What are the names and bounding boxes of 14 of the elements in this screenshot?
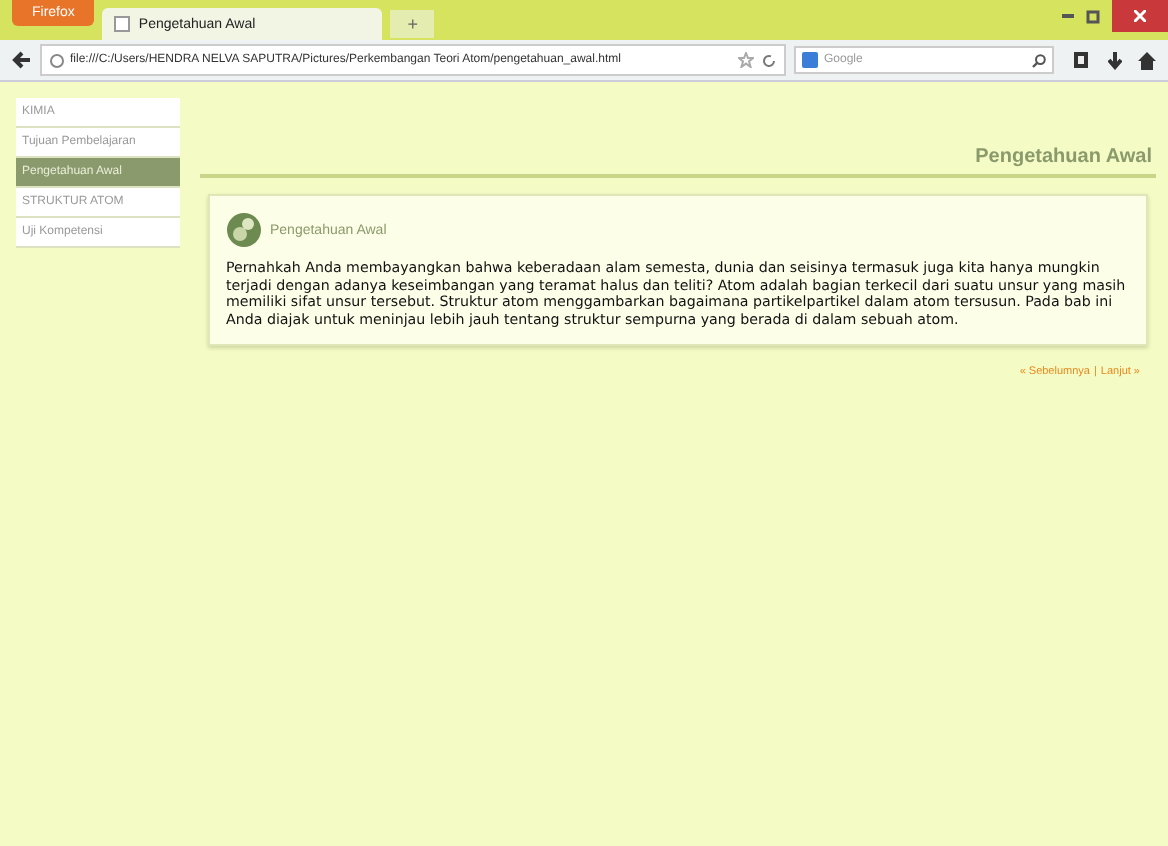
download-icon[interactable] <box>1108 51 1122 69</box>
star-icon[interactable] <box>738 52 754 68</box>
search-icon[interactable] <box>1032 53 1046 67</box>
back-icon[interactable] <box>12 50 32 70</box>
close-icon <box>1134 10 1146 22</box>
reload-icon[interactable] <box>762 53 776 67</box>
close-button[interactable] <box>1112 0 1168 32</box>
page-icon <box>114 16 131 32</box>
page-title: Pengetahuan Awal <box>200 98 1156 178</box>
molecule-icon <box>226 212 262 248</box>
search-engine-icon <box>802 52 818 68</box>
home-icon[interactable] <box>1138 51 1156 69</box>
restore-icon[interactable] <box>1086 9 1100 23</box>
new-tab-button[interactable]: + <box>390 10 435 38</box>
